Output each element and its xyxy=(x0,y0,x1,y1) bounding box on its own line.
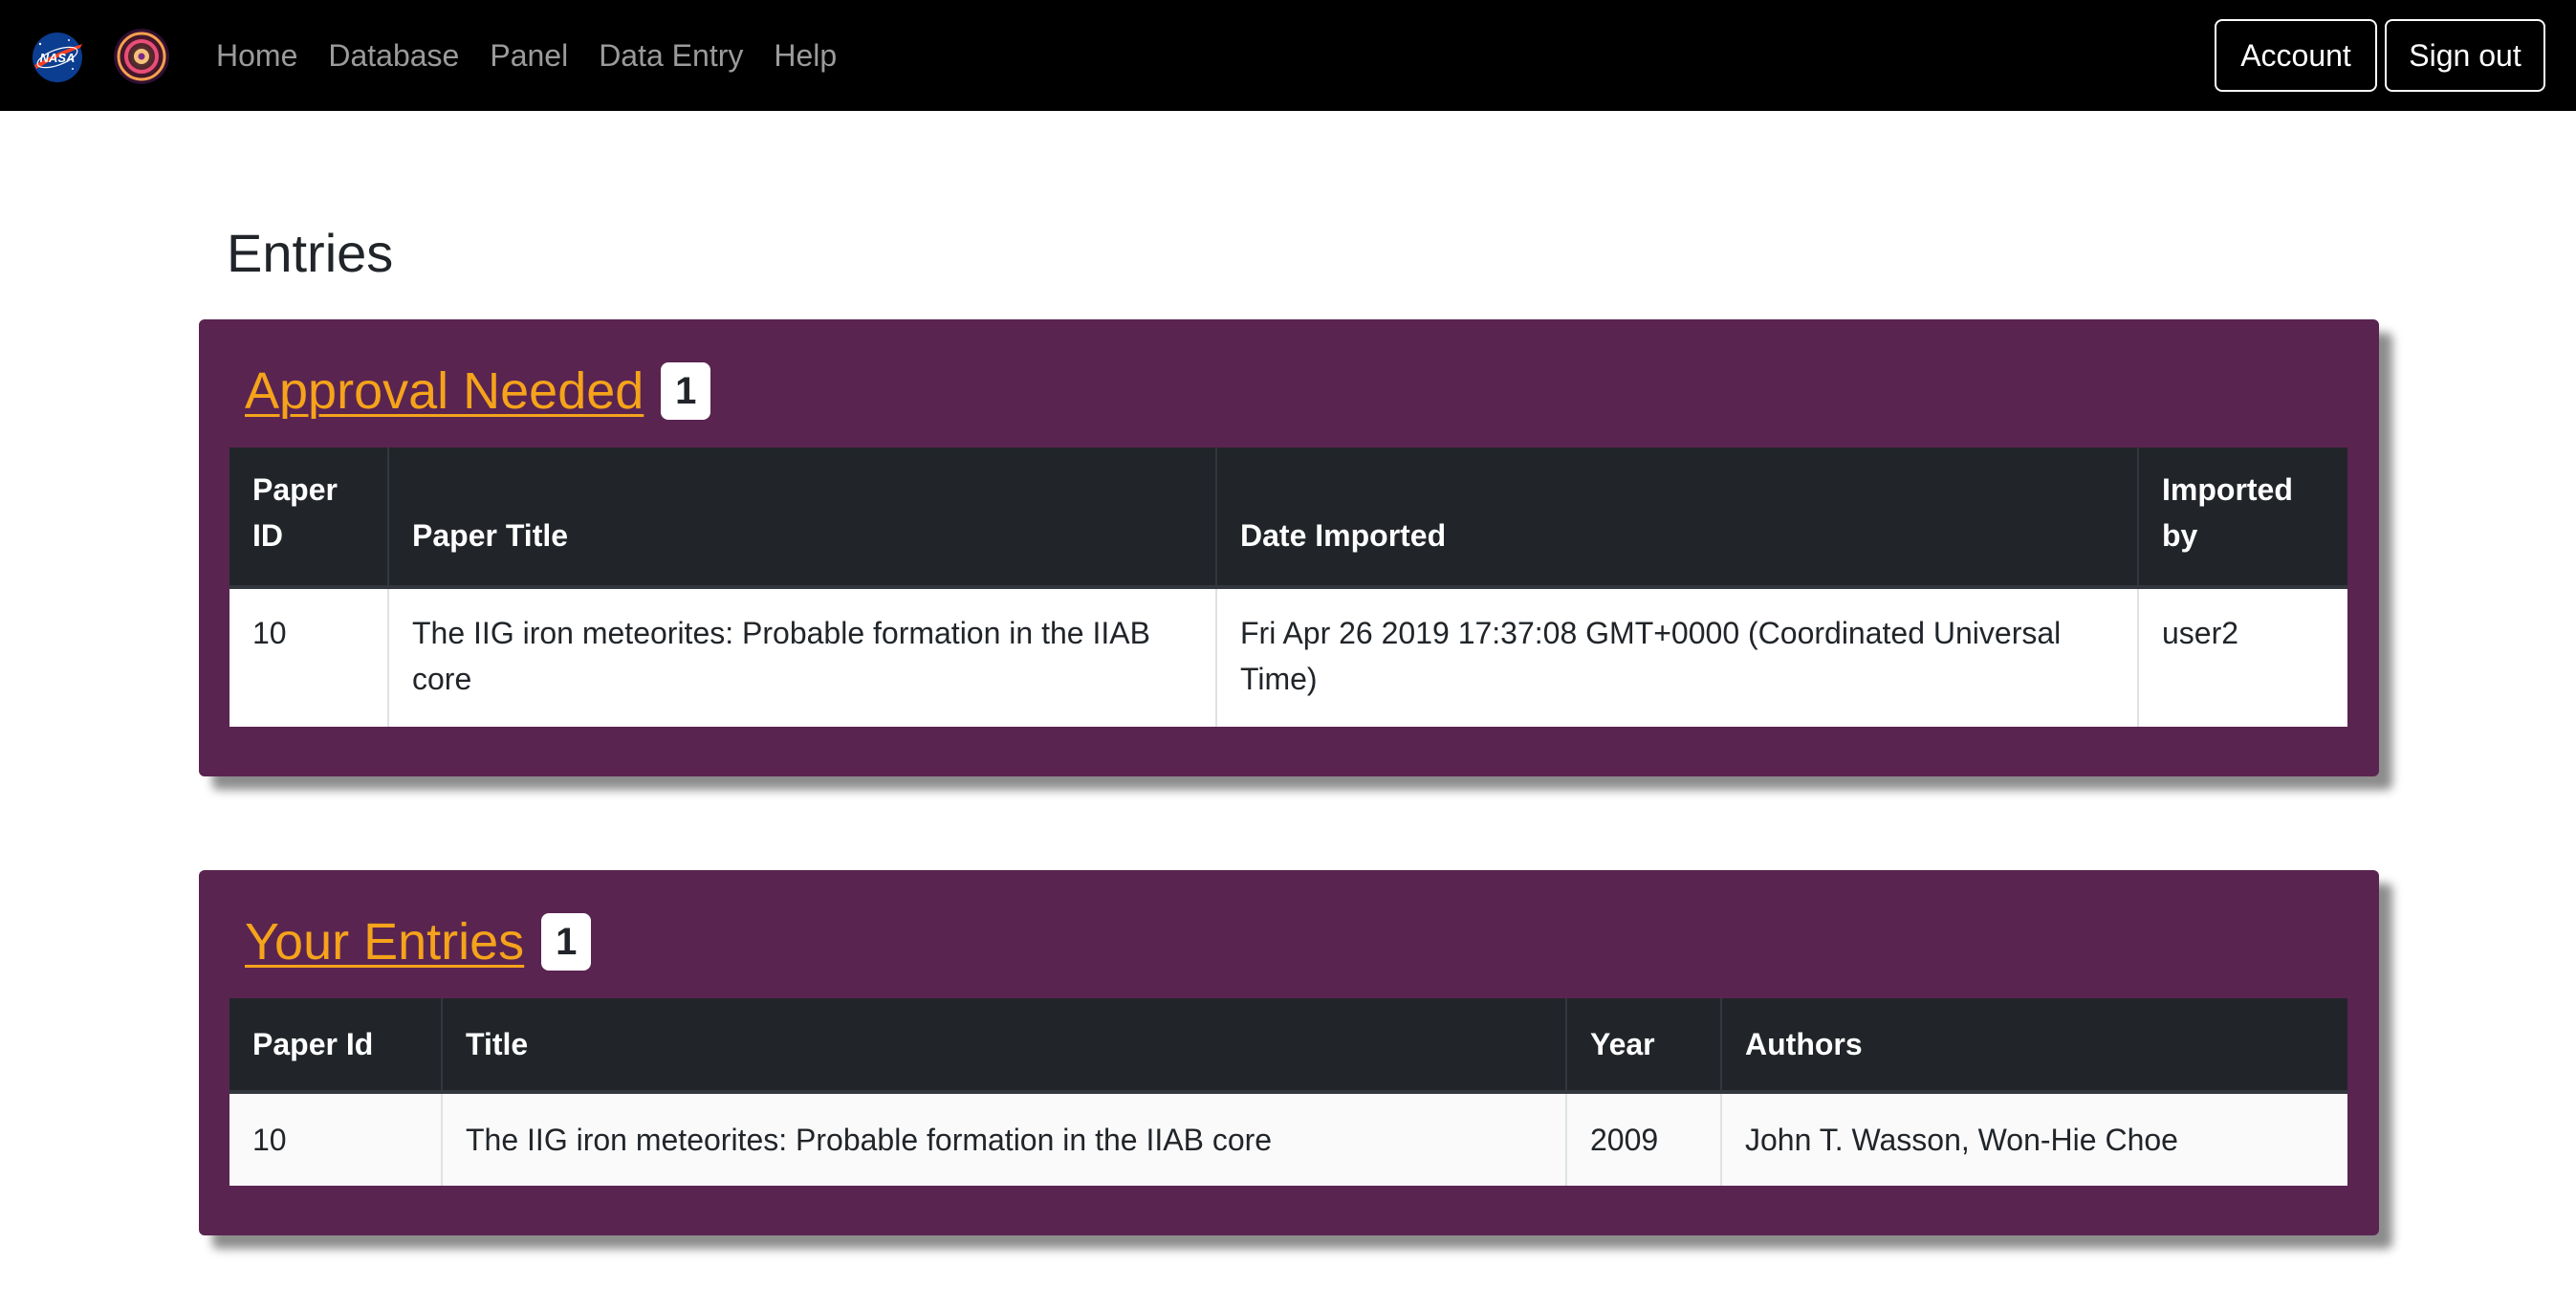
cell-authors: John T. Wasson, Won-Hie Choe xyxy=(1721,1092,2347,1186)
nav-link-help[interactable]: Help xyxy=(774,38,837,74)
approval-needed-link[interactable]: Approval Needed xyxy=(245,361,644,421)
column-header-title: Title xyxy=(442,998,1567,1092)
svg-text:NASA: NASA xyxy=(40,51,76,65)
table-row[interactable]: 10 The IIG iron meteorites: Probable for… xyxy=(229,1092,2347,1186)
your-entries-header: Your Entries 1 xyxy=(245,912,592,972)
column-header-authors: Authors xyxy=(1721,998,2347,1092)
nav-link-home[interactable]: Home xyxy=(216,38,297,74)
column-header-paper-id: Paper ID xyxy=(229,448,389,587)
cell-paper-id: 10 xyxy=(229,587,389,727)
approval-needed-header: Approval Needed 1 xyxy=(245,361,711,421)
column-header-year: Year xyxy=(1566,998,1722,1092)
your-entries-count-badge: 1 xyxy=(541,913,592,971)
cell-year: 2009 xyxy=(1566,1092,1722,1186)
cell-paper-id: 10 xyxy=(229,1092,443,1186)
nav-links: Home Database Panel Data Entry Help xyxy=(216,0,867,111)
column-header-paper-title: Paper Title xyxy=(388,448,1217,587)
nav-link-panel[interactable]: Panel xyxy=(490,38,568,74)
table-header-row: Paper ID Paper Title Date Imported Impor… xyxy=(229,448,2347,587)
approval-count-badge: 1 xyxy=(661,362,711,420)
account-button[interactable]: Account xyxy=(2215,19,2377,92)
cell-date-imported: Fri Apr 26 2019 17:37:08 GMT+0000 (Coord… xyxy=(1216,587,2139,727)
column-header-imported-by: Imported by xyxy=(2138,448,2347,587)
your-entries-card: Your Entries 1 Paper Id Title Year Autho… xyxy=(199,870,2379,1235)
cell-imported-by: user2 xyxy=(2138,587,2347,727)
meteorite-logo-icon[interactable] xyxy=(112,27,171,86)
column-header-paper-id-label: Paper ID xyxy=(252,472,338,553)
column-header-imported-by-label: Imported by xyxy=(2162,472,2293,553)
approval-needed-card: Approval Needed 1 Paper ID Paper Title D… xyxy=(199,319,2379,776)
your-entries-link[interactable]: Your Entries xyxy=(245,912,524,972)
sign-out-button[interactable]: Sign out xyxy=(2385,19,2545,92)
approval-needed-table: Paper ID Paper Title Date Imported Impor… xyxy=(229,448,2347,727)
table-header-row: Paper Id Title Year Authors xyxy=(229,998,2347,1092)
nav-link-data-entry[interactable]: Data Entry xyxy=(599,38,743,74)
your-entries-table: Paper Id Title Year Authors 10 The IIG i… xyxy=(229,998,2347,1186)
top-navbar: NASA Home Database Panel Data Entry Help… xyxy=(0,0,2576,111)
cell-title: The IIG iron meteorites: Probable format… xyxy=(442,1092,1567,1186)
nasa-logo-icon[interactable]: NASA xyxy=(31,31,84,84)
column-header-paper-id: Paper Id xyxy=(229,998,443,1092)
nav-link-database[interactable]: Database xyxy=(328,38,459,74)
table-row[interactable]: 10 The IIG iron meteorites: Probable for… xyxy=(229,587,2347,727)
cell-paper-title: The IIG iron meteorites: Probable format… xyxy=(388,587,1217,727)
column-header-date-imported: Date Imported xyxy=(1216,448,2139,587)
page-title: Entries xyxy=(227,223,394,283)
